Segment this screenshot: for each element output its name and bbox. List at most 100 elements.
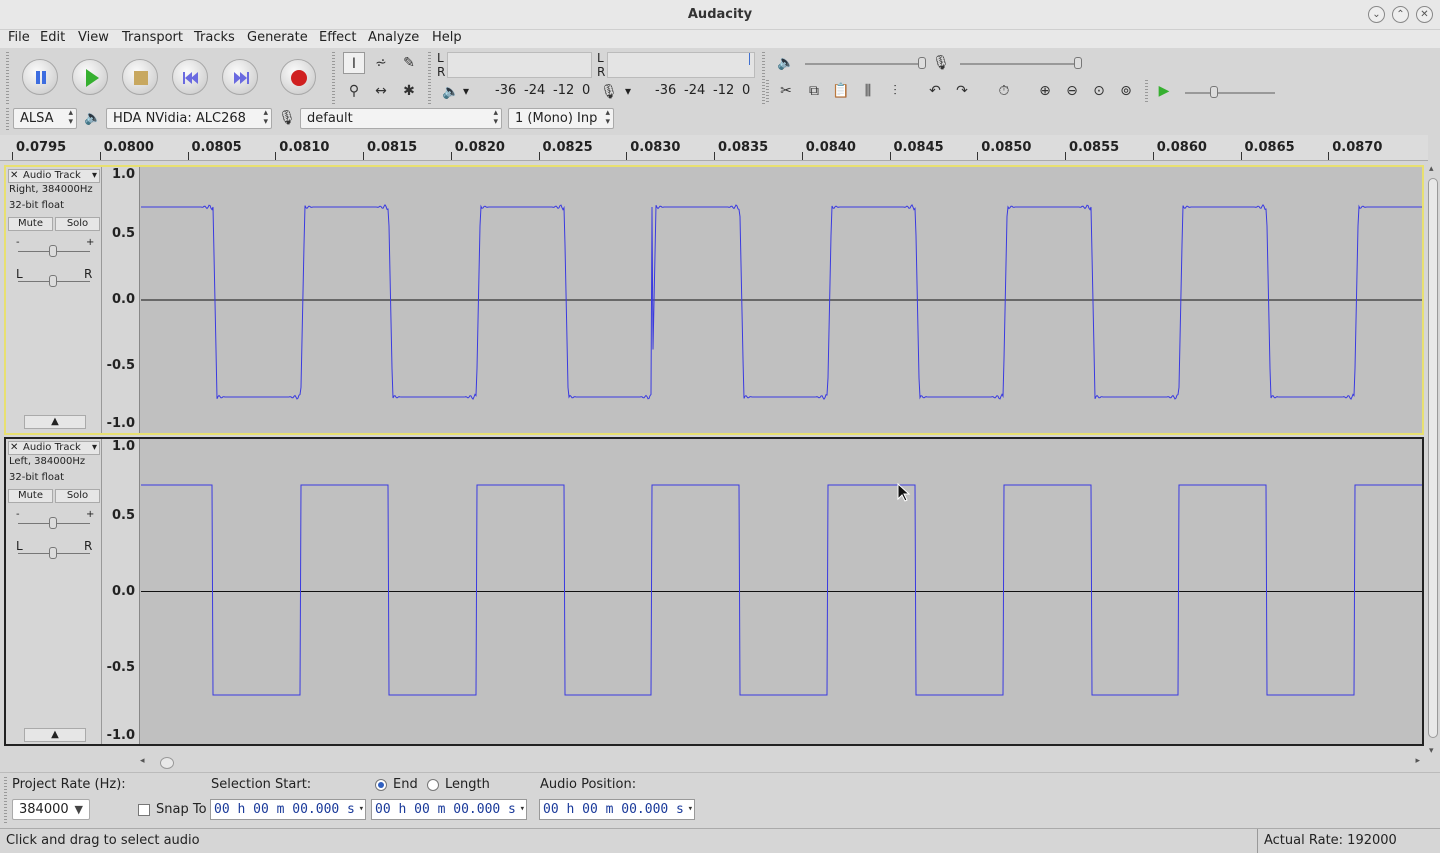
collapse-track-icon[interactable]: ▲ bbox=[24, 728, 86, 742]
stop-button[interactable] bbox=[122, 59, 158, 95]
length-radio[interactable] bbox=[427, 779, 439, 791]
scrollbar-thumb[interactable] bbox=[1428, 178, 1438, 738]
menu-view[interactable]: View bbox=[78, 30, 109, 46]
audio-host-select[interactable]: ALSA ▴ ▾ bbox=[13, 108, 77, 129]
copy-icon[interactable]: ⧉ bbox=[803, 80, 825, 102]
audio-track-left[interactable]: ✕ Audio Track ▾ Left, 384000Hz 32-bit floa… bbox=[4, 437, 1424, 746]
slider-thumb[interactable] bbox=[49, 547, 57, 559]
mute-button[interactable]: Mute bbox=[8, 217, 53, 231]
toolbar-grip[interactable] bbox=[428, 52, 431, 104]
scroll-right-icon[interactable]: ▸ bbox=[1415, 756, 1420, 766]
slider-thumb[interactable] bbox=[1210, 86, 1218, 98]
menu-effect[interactable]: Effect bbox=[319, 30, 356, 46]
silence-icon[interactable]: ⫶ bbox=[884, 80, 906, 102]
input-device-select[interactable]: default ▴ ▾ bbox=[300, 108, 502, 129]
envelope-tool-icon[interactable]: ⩫ bbox=[370, 52, 392, 74]
solo-button[interactable]: Solo bbox=[55, 489, 100, 503]
close-icon[interactable]: ✕ bbox=[1416, 6, 1433, 23]
track-vertical-scale[interactable]: 1.0 0.5 0.0 -0.5 -1.0 bbox=[102, 439, 140, 744]
close-track-icon[interactable]: ✕ bbox=[10, 442, 18, 454]
slider-thumb[interactable] bbox=[918, 57, 926, 69]
toolbar-grip[interactable] bbox=[4, 777, 7, 823]
pan-slider[interactable] bbox=[18, 547, 90, 559]
rec-meter-dropdown-icon[interactable]: ▾ bbox=[625, 84, 631, 98]
vertical-scrollbar[interactable]: ▴ ▾ bbox=[1426, 164, 1440, 756]
menu-generate[interactable]: Generate bbox=[247, 30, 308, 46]
scrollbar-thumb[interactable] bbox=[160, 757, 174, 769]
slider-thumb[interactable] bbox=[49, 517, 57, 529]
play-meter-dropdown-icon[interactable]: ▾ bbox=[463, 84, 469, 98]
trim-icon[interactable]: ⫼ bbox=[857, 80, 879, 102]
scroll-left-icon[interactable]: ◂ bbox=[140, 756, 145, 766]
horizontal-scrollbar[interactable]: ◂ ▸ bbox=[138, 756, 1422, 770]
minimize-icon[interactable]: ⌄ bbox=[1368, 6, 1385, 23]
audio-track-right[interactable]: ✕ Audio Track ▾ Right, 384000Hz 32-bit flo… bbox=[4, 165, 1424, 435]
menu-analyze[interactable]: Analyze bbox=[368, 30, 419, 46]
timeshift-tool-icon[interactable]: ↔ bbox=[370, 80, 392, 102]
input-volume-slider[interactable] bbox=[960, 57, 1082, 69]
track-name-menu[interactable]: ✕ Audio Track ▾ bbox=[8, 169, 100, 183]
toolbar-grip[interactable] bbox=[6, 108, 9, 130]
project-rate-select[interactable]: 384000 ▼ bbox=[12, 799, 90, 820]
scroll-down-icon[interactable]: ▾ bbox=[1429, 746, 1434, 756]
track-menu-dropdown-icon[interactable]: ▾ bbox=[92, 442, 97, 454]
sync-lock-icon[interactable]: ⏱ bbox=[993, 80, 1015, 102]
menu-edit[interactable]: Edit bbox=[40, 30, 65, 46]
selection-start-field[interactable]: 00 h 00 m 00.000 s ▾ bbox=[210, 799, 366, 820]
fit-project-icon[interactable]: ⊚ bbox=[1115, 80, 1137, 102]
gain-slider[interactable] bbox=[18, 245, 90, 257]
output-device-select[interactable]: HDA NVidia: ALC268 ▴ ▾ bbox=[106, 108, 272, 129]
close-track-icon[interactable]: ✕ bbox=[10, 170, 18, 182]
speaker-icon[interactable]: 🔈 bbox=[440, 81, 462, 103]
skip-start-button[interactable] bbox=[172, 59, 208, 95]
selection-end-field[interactable]: 00 h 00 m 00.000 s ▾ bbox=[371, 799, 527, 820]
menu-file[interactable]: File bbox=[8, 30, 30, 46]
track-menu-dropdown-icon[interactable]: ▾ bbox=[92, 170, 97, 182]
slider-thumb[interactable] bbox=[49, 245, 57, 257]
play-at-speed-icon[interactable]: ▶ bbox=[1153, 80, 1175, 102]
zoom-out-icon[interactable]: ⊖ bbox=[1061, 80, 1083, 102]
play-speed-slider[interactable] bbox=[1185, 86, 1275, 98]
undo-icon[interactable]: ↶ bbox=[924, 80, 946, 102]
waveform-left[interactable] bbox=[141, 439, 1422, 744]
end-radio[interactable] bbox=[375, 779, 387, 791]
skip-end-button[interactable] bbox=[222, 59, 258, 95]
toolbar-grip[interactable] bbox=[332, 52, 335, 104]
slider-thumb[interactable] bbox=[49, 275, 57, 287]
zoom-in-icon[interactable]: ⊕ bbox=[1034, 80, 1056, 102]
menu-tracks[interactable]: Tracks bbox=[194, 30, 235, 46]
maximize-icon[interactable]: ⌃ bbox=[1392, 6, 1409, 23]
timeline-ruler[interactable]: 0.0795 0.0800 0.0805 0.0810 0.0815 0.0820 0.08… bbox=[0, 135, 1428, 161]
record-meter[interactable] bbox=[607, 52, 755, 78]
fit-selection-icon[interactable]: ⊙ bbox=[1088, 80, 1110, 102]
input-channels-select[interactable]: 1 (Mono) Inp ▴ ▾ bbox=[508, 108, 614, 129]
pause-button[interactable] bbox=[22, 59, 58, 95]
gain-slider[interactable] bbox=[18, 517, 90, 529]
cut-icon[interactable]: ✂ bbox=[775, 80, 797, 102]
zoom-tool-icon[interactable]: ⚲ bbox=[343, 80, 365, 102]
toolbar-grip[interactable] bbox=[766, 80, 769, 104]
menu-help[interactable]: Help bbox=[432, 30, 462, 46]
collapse-track-icon[interactable]: ▲ bbox=[24, 415, 86, 429]
record-button[interactable] bbox=[280, 59, 316, 95]
paste-icon[interactable]: 📋 bbox=[830, 80, 852, 102]
toolbar-grip[interactable] bbox=[6, 52, 9, 104]
toolbar-grip[interactable] bbox=[1145, 80, 1148, 104]
pan-slider[interactable] bbox=[18, 275, 90, 287]
audio-position-field[interactable]: 00 h 00 m 00.000 s ▾ bbox=[539, 799, 695, 820]
playback-meter[interactable] bbox=[447, 52, 592, 78]
microphone-icon[interactable]: 🎙 bbox=[598, 81, 620, 103]
selection-tool-icon[interactable]: I bbox=[343, 52, 365, 74]
scroll-up-icon[interactable]: ▴ bbox=[1429, 164, 1434, 174]
redo-icon[interactable]: ↷ bbox=[951, 80, 973, 102]
track-name-menu[interactable]: ✕ Audio Track ▾ bbox=[8, 441, 100, 455]
waveform-right[interactable] bbox=[141, 167, 1422, 433]
solo-button[interactable]: Solo bbox=[55, 217, 100, 231]
toolbar-grip[interactable] bbox=[762, 52, 765, 104]
slider-thumb[interactable] bbox=[1074, 57, 1082, 69]
menu-transport[interactable]: Transport bbox=[122, 30, 183, 46]
snap-to-checkbox[interactable] bbox=[138, 804, 150, 816]
draw-tool-icon[interactable]: ✎ bbox=[398, 52, 420, 74]
mute-button[interactable]: Mute bbox=[8, 489, 53, 503]
multi-tool-icon[interactable]: ✱ bbox=[398, 80, 420, 102]
